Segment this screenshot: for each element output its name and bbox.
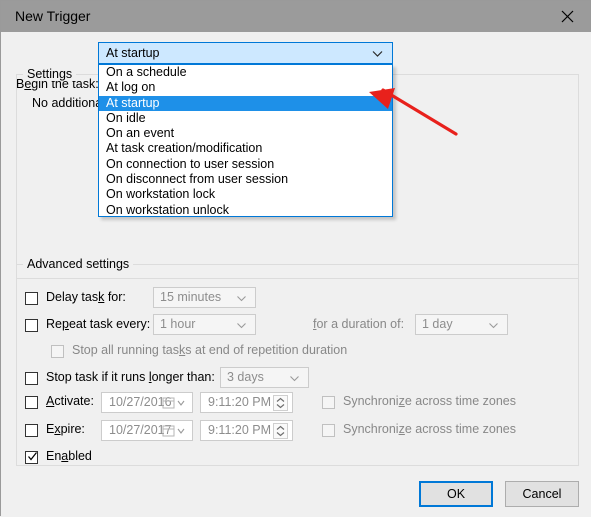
repeat-task-label: Repeat task every: <box>46 317 151 331</box>
activate-time-field[interactable]: 9:11:20 PM <box>200 392 293 413</box>
chevron-down-icon <box>237 323 246 329</box>
advanced-group-title: Advanced settings <box>23 257 134 271</box>
duration-value: 1 day <box>422 317 453 331</box>
dropdown-option[interactable]: On connection to user session <box>99 157 392 172</box>
stop-longer-combo[interactable]: 3 days <box>220 367 309 388</box>
begin-task-selected-value: At startup <box>106 46 160 60</box>
expire-checkbox[interactable] <box>25 424 38 437</box>
repeat-task-checkbox[interactable] <box>25 319 38 332</box>
dropdown-option[interactable]: On an event <box>99 126 392 141</box>
activate-checkbox[interactable] <box>25 396 38 409</box>
activate-date-field[interactable]: 10/27/2016 <box>101 392 193 413</box>
time-spinner-icon[interactable] <box>273 423 288 439</box>
expire-sync-label: Synchronize across time zones <box>343 422 517 436</box>
dropdown-option[interactable]: On disconnect from user session <box>99 172 392 187</box>
checkmark-icon <box>28 452 37 461</box>
stop-all-tasks-label: Stop all running tasks at end of repetit… <box>72 343 348 357</box>
enabled-label: Enabled <box>46 449 92 463</box>
window-title: New Trigger <box>15 8 91 24</box>
activate-time-value: 9:11:20 PM <box>208 395 272 409</box>
delay-task-label: Delay task for: <box>46 290 126 304</box>
stop-longer-checkbox[interactable] <box>25 372 38 385</box>
chevron-down-icon <box>489 323 498 329</box>
calendar-dropdown-icon[interactable] <box>162 396 187 410</box>
delay-task-checkbox[interactable] <box>25 292 38 305</box>
enabled-checkbox[interactable] <box>25 451 38 464</box>
cancel-button[interactable]: Cancel <box>505 481 579 507</box>
delay-task-value: 15 minutes <box>160 290 222 304</box>
settings-group-title: Settings <box>23 67 77 81</box>
dropdown-option[interactable]: On a schedule <box>99 65 392 80</box>
dropdown-option[interactable]: On idle <box>99 111 392 126</box>
stop-longer-value: 3 days <box>227 370 264 384</box>
activate-sync-checkbox[interactable] <box>322 396 335 409</box>
begin-task-dropdown-list[interactable]: On a schedule At log on At startup On idle O… <box>98 64 393 217</box>
expire-sync-checkbox[interactable] <box>322 424 335 437</box>
expire-time-field[interactable]: 9:11:20 PM <box>200 420 293 441</box>
chevron-down-icon <box>237 296 246 302</box>
dropdown-option[interactable]: On workstation unlock <box>99 203 392 216</box>
begin-task-combobox[interactable]: At startup <box>98 42 393 64</box>
duration-label: for a duration of: <box>313 317 405 331</box>
dropdown-option[interactable]: At log on <box>99 80 392 95</box>
activate-sync-label: Synchronize across time zones <box>343 394 517 408</box>
chevron-down-icon[interactable] <box>372 48 383 59</box>
new-trigger-dialog: New Trigger Begin the task: Settings No … <box>0 0 591 517</box>
repeat-task-combo[interactable]: 1 hour <box>153 314 256 335</box>
time-spinner-icon[interactable] <box>273 395 288 411</box>
dropdown-option[interactable]: At task creation/modification <box>99 141 392 156</box>
dropdown-option[interactable]: At startup <box>99 95 392 111</box>
expire-date-field[interactable]: 10/27/2017 <box>101 420 193 441</box>
calendar-dropdown-icon[interactable] <box>162 424 187 438</box>
expire-label: Expire: <box>46 422 85 436</box>
activate-label: Activate: <box>46 394 94 408</box>
repeat-task-value: 1 hour <box>160 317 196 331</box>
delay-task-combo[interactable]: 15 minutes <box>153 287 256 308</box>
close-glyph <box>561 10 573 23</box>
expire-time-value: 9:11:20 PM <box>208 423 272 437</box>
title-bar: New Trigger <box>1 1 590 32</box>
settings-note: No additional <box>32 96 105 110</box>
stop-longer-label: Stop task if it runs longer than: <box>46 370 215 384</box>
dropdown-option[interactable]: On workstation lock <box>99 187 392 202</box>
duration-combo[interactable]: 1 day <box>415 314 508 335</box>
chevron-down-icon <box>290 376 299 382</box>
ok-button[interactable]: OK <box>419 481 493 507</box>
close-icon[interactable] <box>544 1 590 32</box>
stop-all-tasks-checkbox[interactable] <box>51 345 64 358</box>
